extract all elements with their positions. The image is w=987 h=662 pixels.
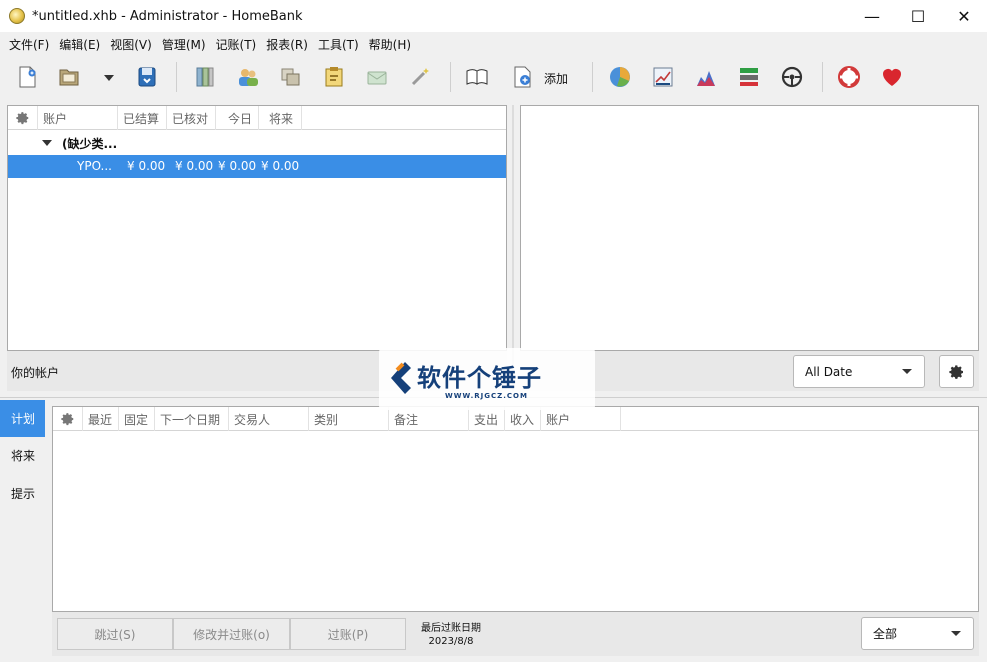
date-filter-value: All Date [805,364,853,379]
account-today: ¥ 0.00 [218,159,257,173]
manage-budget-icon[interactable] [364,64,390,90]
post-button[interactable]: 过账(P) [290,618,406,650]
donate-heart-icon[interactable] [879,64,905,90]
tab-reminders[interactable]: 提示 [0,475,45,512]
menu-file[interactable]: 文件(F) [4,36,54,53]
schedule-header-row: 最近 固定 下一个日期 交易人 类别 备注 支出 收入 账户 [53,407,978,431]
last-post-date: 2023/8/8 [428,636,474,647]
watermark-logo-icon [391,362,411,394]
menu-view[interactable]: 视图(V) [105,36,157,53]
menu-help[interactable]: 帮助(H) [364,36,416,53]
window-controls: — ☐ ✕ [849,0,987,32]
account-row[interactable]: YPO... ¥ 0.00 ¥ 0.00 ¥ 0.00 ¥ 0.00 [8,155,506,178]
menu-manage[interactable]: 管理(M) [157,36,211,53]
menu-tools[interactable]: 工具(T) [313,36,364,53]
watermark-url: WWW.RJGCZ.COM [445,392,528,400]
date-filter-dropdown[interactable]: All Date [793,355,925,388]
column-income[interactable]: 收入 [505,407,541,431]
column-fixed[interactable]: 固定 [119,407,155,431]
account-group-row[interactable]: (缺少类... [8,131,506,155]
window-title: *untitled.xhb - Administrator - HomeBank [32,8,303,24]
accounts-header-row: 账户 已结算 已核对 今日 将来 [8,106,506,130]
column-today[interactable]: 今日 [216,106,259,130]
schedule-columns-gear-icon[interactable] [53,407,83,431]
close-button[interactable]: ✕ [941,0,987,32]
column-future[interactable]: 将来 [259,106,302,130]
assign-magic-wand-icon[interactable] [407,64,433,90]
skip-button[interactable]: 跳过(S) [57,618,173,650]
last-post-label: 最后过账日期 [421,623,481,634]
watermark-title: 软件个锤子 [417,364,542,392]
toolbar-separator [592,62,593,92]
toolbar: 添加 [0,56,987,100]
open-recent-chevron-down-icon[interactable] [96,64,122,90]
column-cleared[interactable]: 已结算 [118,106,167,130]
column-last[interactable]: 最近 [83,407,119,431]
schedule-panel: 最近 固定 下一个日期 交易人 类别 备注 支出 收入 账户 [52,406,979,612]
edit-and-post-button[interactable]: 修改并过账(o) [173,618,290,650]
gear-icon [948,364,963,379]
show-register-book-icon[interactable] [464,64,490,90]
column-expense[interactable]: 支出 [469,407,505,431]
tab-future[interactable]: 将来 [0,437,45,474]
account-reconciled: ¥ 0.00 [175,159,214,173]
chart-panel [520,105,979,351]
menu-edit[interactable]: 编辑(E) [54,36,105,53]
last-post-info: 最后过账日期 2023/8/8 [421,622,481,648]
column-category[interactable]: 类别 [309,407,389,431]
column-reconciled[interactable]: 已核对 [167,106,216,130]
toolbar-separator [176,62,177,92]
menu-bar: 文件(F) 编辑(E) 视图(V) 管理(M) 记账(T) 报表(R) 工具(T… [0,33,987,55]
column-schedule-account[interactable]: 账户 [541,407,621,431]
chevron-down-icon [951,631,961,636]
menu-reports[interactable]: 报表(R) [261,36,313,53]
menu-transaction[interactable]: 记账(T) [211,36,262,53]
report-vehicle-steering-icon[interactable] [779,64,805,90]
maximize-button[interactable]: ☐ [895,0,941,32]
toolbar-separator [450,62,451,92]
accounts-panel: 账户 已结算 已核对 今日 将来 (缺少类... YPO... ¥ 0.00 ¥… [7,105,507,351]
watermark: 软件个锤子 WWW.RJGCZ.COM [379,348,595,410]
chevron-down-icon [902,369,912,374]
tab-schedule[interactable]: 计划 [0,400,45,437]
manage-categories-icon[interactable] [278,64,304,90]
add-label[interactable]: 添加 [544,70,568,87]
column-next-date[interactable]: 下一个日期 [155,407,229,431]
homebank-app-icon [9,8,25,24]
account-future: ¥ 0.00 [261,159,300,173]
report-trend-icon[interactable] [650,64,676,90]
report-pie-chart-icon[interactable] [607,64,633,90]
expand-triangle-icon[interactable] [42,140,52,146]
help-lifebuoy-icon[interactable] [836,64,862,90]
group-label: (缺少类... [62,136,118,151]
report-budget-bars-icon[interactable] [736,64,762,90]
open-file-icon[interactable] [56,64,82,90]
column-payee[interactable]: 交易人 [229,407,309,431]
report-balance-icon[interactable] [693,64,719,90]
schedule-filter-value: 全部 [873,627,898,641]
your-accounts-label: 你的帐户 [11,366,60,380]
column-settings-gear-icon[interactable] [8,106,38,130]
manage-scheduled-icon[interactable] [321,64,347,90]
new-file-icon[interactable] [14,64,40,90]
chart-settings-button[interactable] [939,355,974,388]
account-name: YPO... [77,159,112,173]
save-icon[interactable] [134,64,160,90]
manage-accounts-icon[interactable] [192,64,218,90]
account-cleared: ¥ 0.00 [127,159,166,173]
toolbar-separator [822,62,823,92]
title-bar: *untitled.xhb - Administrator - HomeBank… [0,0,987,32]
schedule-filter-dropdown[interactable]: 全部 [861,617,974,650]
column-memo[interactable]: 备注 [389,407,469,431]
column-account[interactable]: 账户 [38,106,118,130]
minimize-button[interactable]: — [849,0,895,32]
add-transaction-icon[interactable] [509,64,535,90]
manage-payees-icon[interactable] [235,64,261,90]
